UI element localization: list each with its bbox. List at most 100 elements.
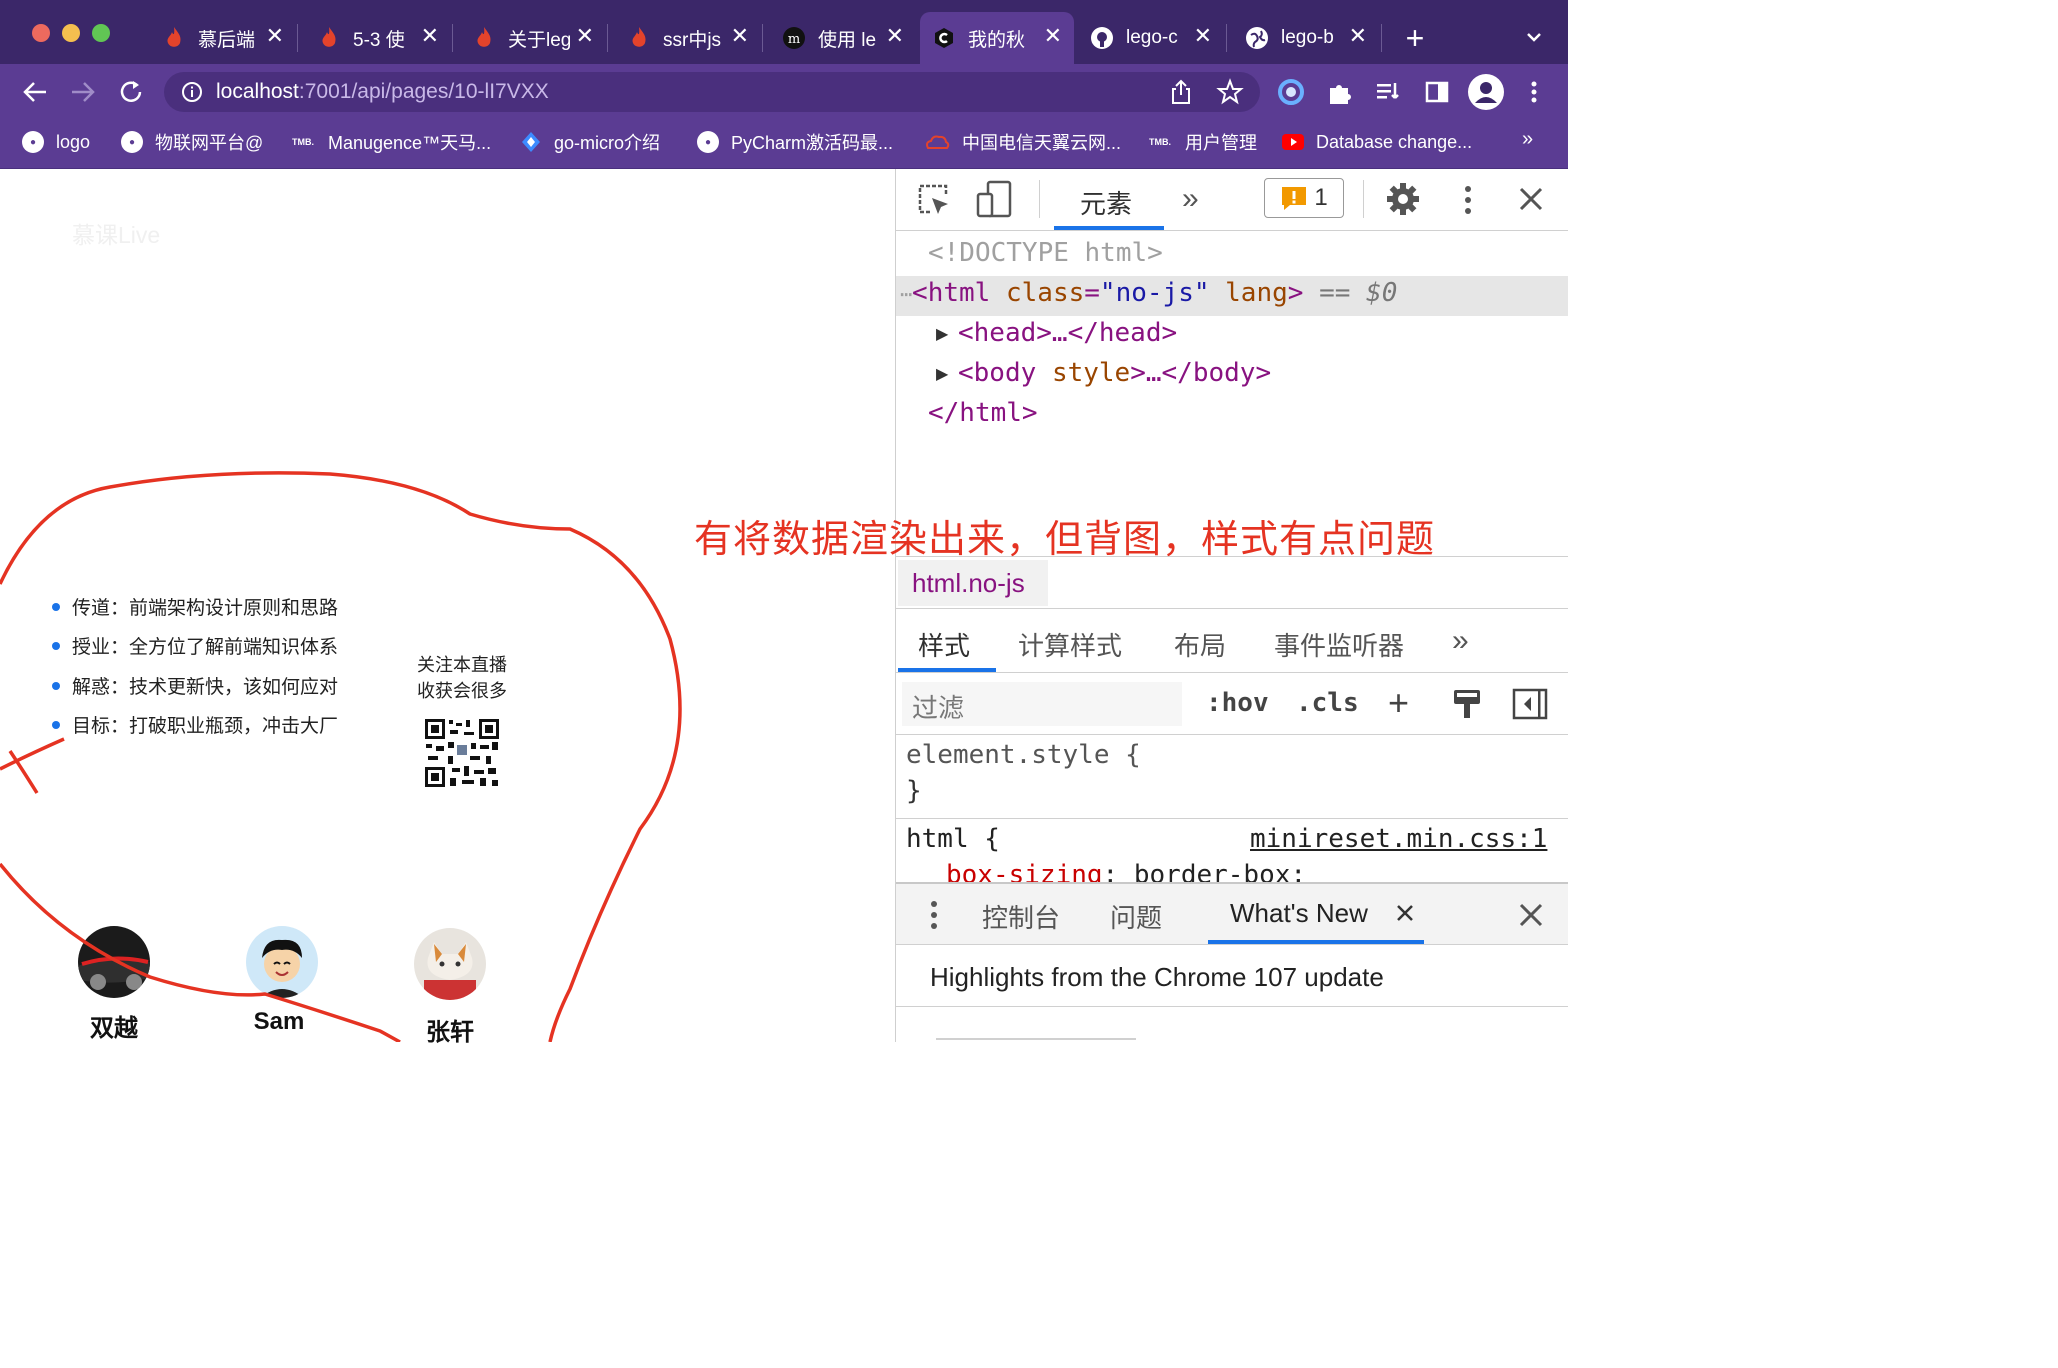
url-text[interactable]: localhost:7001/api/pages/10-lI7VXX	[216, 78, 549, 106]
styles-filter-input[interactable]: 过滤	[902, 682, 1182, 726]
back-arrow-icon[interactable]	[20, 78, 50, 106]
expand-triangle-icon[interactable]: ▶	[936, 324, 948, 344]
close-tab-icon[interactable]: ✕	[576, 24, 594, 48]
toggle-sidebar-icon[interactable]	[1512, 688, 1548, 720]
more-tabs-button[interactable]: »	[1182, 182, 1199, 216]
browser-tab[interactable]: lego-b ✕	[1233, 12, 1379, 64]
reload-icon[interactable]	[116, 77, 146, 107]
new-style-rule-button[interactable]: +	[1388, 682, 1409, 724]
close-devtools-icon[interactable]	[1516, 184, 1546, 214]
minimize-window-button[interactable]	[62, 24, 80, 42]
bookmark-label: Manugence™天马...	[328, 133, 492, 153]
devtools-divider	[1039, 180, 1040, 218]
expand-triangle-icon[interactable]: ▶	[936, 364, 948, 384]
tab-divider	[297, 24, 298, 52]
breadcrumb[interactable]: html.no-js	[912, 568, 1025, 599]
close-tab-icon[interactable]: ✕	[886, 24, 904, 48]
browser-tab[interactable]: 慕后端 ✕	[150, 12, 296, 64]
dom-attr-name: class	[1005, 278, 1085, 308]
bookmark-item[interactable]: 中国电信天翼云网...	[924, 128, 1121, 156]
bookmark-star-icon[interactable]	[1216, 78, 1244, 106]
browser-tab[interactable]: 关于leg ✕	[460, 12, 606, 64]
c-logo-icon	[932, 26, 956, 50]
close-tab-icon[interactable]	[1394, 902, 1416, 924]
browser-menu-kebab-icon[interactable]	[1526, 78, 1542, 106]
close-tab-icon[interactable]: ✕	[731, 24, 749, 48]
bookmark-label: logo	[56, 131, 91, 152]
browser-tab[interactable]: 5-3 使 ✕	[305, 12, 451, 64]
bookmark-item[interactable]: TMB. Manugence™天马...	[290, 128, 491, 156]
extension-logo-icon[interactable]	[1276, 77, 1306, 107]
forward-arrow-icon[interactable]	[68, 78, 98, 106]
close-window-button[interactable]	[32, 24, 50, 42]
bookmark-item[interactable]: ● 物联网平台@	[121, 128, 263, 156]
tab-elements[interactable]: 元素	[1080, 184, 1132, 221]
element-style-rule[interactable]: element.style {	[906, 740, 1141, 770]
tab-search-chevron-down-icon[interactable]	[1520, 26, 1548, 50]
bookmark-item[interactable]: ● PyCharm激活码最...	[697, 128, 893, 156]
cls-toggle-button[interactable]: .cls	[1296, 688, 1359, 718]
bookmark-item[interactable]: Database change...	[1282, 128, 1472, 156]
dom-tag: >…</body>	[1130, 358, 1272, 388]
browser-tab[interactable]: m 使用 le ✕	[770, 12, 916, 64]
close-tab-icon[interactable]: ✕	[266, 24, 284, 48]
more-panel-tabs-button[interactable]: »	[1452, 624, 1469, 658]
red-annotation-scribble	[0, 471, 682, 1042]
bookmark-item[interactable]: TMB. 用户管理	[1147, 128, 1257, 156]
bookmark-item[interactable]: ● logo	[22, 128, 90, 156]
dom-body-node[interactable]: <body style>…</body>	[958, 358, 1271, 388]
dom-selected-marker: == $0	[1319, 278, 1398, 308]
profile-avatar-icon[interactable]	[1468, 74, 1504, 110]
info-icon[interactable]	[181, 81, 203, 103]
tab-layout[interactable]: 布局	[1174, 626, 1226, 663]
tab-console[interactable]: 控制台	[982, 898, 1060, 935]
close-tab-icon[interactable]: ✕	[1194, 24, 1212, 48]
drawer-content-line	[936, 1038, 1136, 1040]
close-drawer-icon[interactable]	[1516, 900, 1546, 930]
issues-button[interactable]: 1	[1264, 178, 1344, 218]
dom-head-node[interactable]: <head>…</head>	[958, 318, 1177, 348]
css-source-link[interactable]: minireset.min.css:1	[1250, 824, 1547, 854]
paint-brush-icon[interactable]	[1452, 688, 1482, 720]
extensions-puzzle-icon[interactable]	[1326, 78, 1354, 106]
browser-tab-active[interactable]: 我的秋 ✕	[920, 12, 1074, 64]
side-panel-icon[interactable]	[1423, 78, 1451, 106]
browser-tab[interactable]: ssr中js ✕	[615, 12, 761, 64]
browser-tab[interactable]: lego-c ✕	[1078, 12, 1224, 64]
bookmarks-overflow-button[interactable]: »	[1522, 128, 1533, 151]
new-tab-button[interactable]: +	[1400, 20, 1430, 56]
devtools-divider	[896, 734, 1568, 735]
tab-styles[interactable]: 样式	[918, 626, 970, 663]
css-property-row[interactable]: box-sizing: border-box;	[896, 858, 1568, 882]
close-tab-icon[interactable]: ✕	[1044, 24, 1062, 48]
svg-text:m: m	[788, 32, 800, 47]
reading-list-icon[interactable]	[1374, 78, 1402, 106]
device-toolbar-icon[interactable]	[976, 180, 1014, 218]
css-rule-selector[interactable]: html {	[906, 824, 1000, 854]
diamond-icon	[520, 131, 542, 153]
share-icon[interactable]	[1168, 78, 1194, 106]
tab-divider	[452, 24, 453, 52]
dom-html-node[interactable]: ⋯<html class="no-js" lang> == $0	[900, 278, 1397, 308]
tab-computed[interactable]: 计算样式	[1018, 626, 1122, 663]
close-tab-icon[interactable]: ✕	[421, 24, 439, 48]
drawer-kebab-icon[interactable]	[924, 898, 944, 932]
tab-whats-new[interactable]: What's New	[1230, 898, 1368, 929]
tab-event-listeners[interactable]: 事件监听器	[1274, 626, 1404, 663]
hov-toggle-button[interactable]: :hov	[1206, 688, 1269, 718]
bookmark-label: go-micro介绍	[554, 133, 661, 153]
globe-icon: ●	[22, 131, 44, 153]
devtools-kebab-icon[interactable]	[1458, 182, 1478, 218]
settings-gear-icon[interactable]	[1384, 180, 1422, 218]
tab-divider	[607, 24, 608, 52]
url-path: :7001/api/pages/10-lI7VXX	[298, 80, 549, 103]
whats-new-headline: Highlights from the Chrome 107 update	[930, 962, 1384, 992]
dom-html-close[interactable]: </html>	[928, 398, 1038, 428]
inspect-element-icon[interactable]	[916, 182, 952, 218]
bookmark-item[interactable]: go-micro介绍	[520, 128, 660, 156]
dom-doctype[interactable]: <!DOCTYPE html>	[928, 238, 1163, 268]
tab-issues[interactable]: 问题	[1110, 898, 1162, 935]
zoom-window-button[interactable]	[92, 24, 110, 42]
bookmark-label: PyCharm激活码最...	[731, 133, 894, 153]
close-tab-icon[interactable]: ✕	[1349, 24, 1367, 48]
